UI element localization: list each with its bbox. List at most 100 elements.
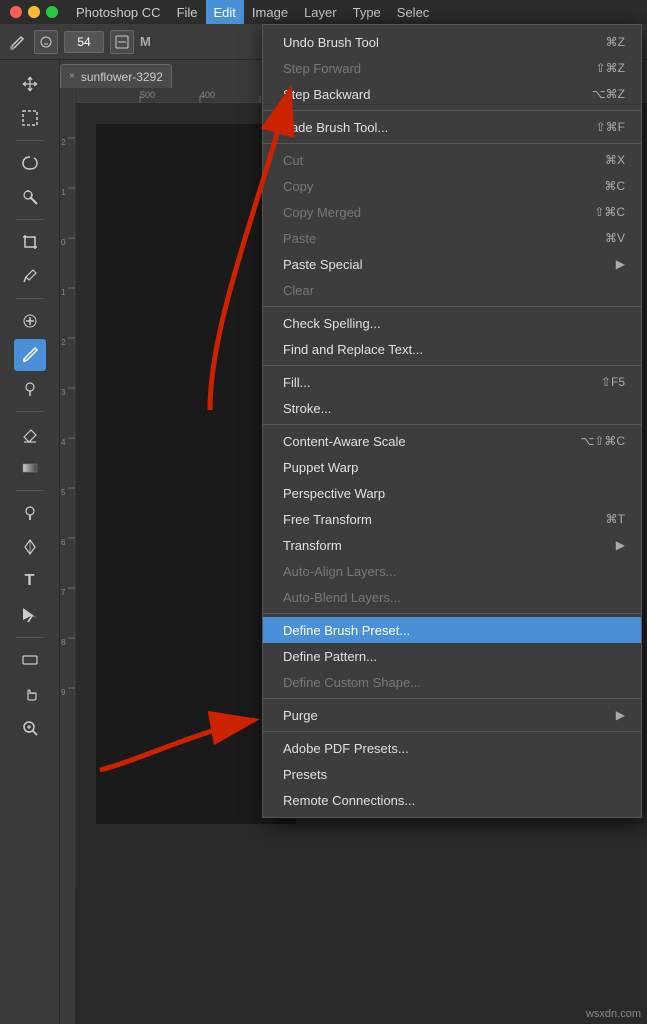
- menu-item-clear-label: Clear: [283, 283, 314, 298]
- menu-item-purge[interactable]: Purge ▶: [263, 702, 641, 728]
- tool-clone-stamp[interactable]: [14, 373, 46, 405]
- menu-item-copy-shortcut: ⌘C: [604, 179, 625, 193]
- transform-arrow-icon: ▶: [616, 538, 625, 552]
- menu-sep-5: [263, 424, 641, 425]
- menu-item-content-aware-scale-shortcut: ⌥⇧⌘C: [580, 434, 625, 448]
- menu-item-cut-shortcut: ⌘X: [605, 153, 625, 167]
- tool-pen[interactable]: [14, 531, 46, 563]
- tool-text[interactable]: T: [14, 565, 46, 597]
- menu-item-copy-merged-label: Copy Merged: [283, 205, 361, 220]
- mode-label: M: [140, 34, 151, 49]
- menu-item-define-custom-shape: Define Custom Shape...: [263, 669, 641, 695]
- menu-item-undo-brush-label: Undo Brush Tool: [283, 35, 379, 50]
- menu-item-step-forward-shortcut: ⇧⌘Z: [596, 61, 625, 75]
- watermark: wsxdn.com: [586, 1008, 641, 1020]
- menu-item-step-backward[interactable]: Step Backward ⌥⌘Z: [263, 81, 641, 107]
- menu-item-purge-label: Purge: [283, 708, 318, 723]
- tool-hand[interactable]: [14, 678, 46, 710]
- brush-preset-picker[interactable]: [34, 30, 58, 54]
- toolbar-separator-2: [16, 219, 44, 220]
- tool-zoom[interactable]: [14, 712, 46, 744]
- close-button[interactable]: [10, 6, 22, 18]
- brush-tool-icon: [8, 32, 28, 52]
- menu-item-presets[interactable]: Presets: [263, 761, 641, 787]
- menu-item-remote-connections[interactable]: Remote Connections...: [263, 787, 641, 813]
- menu-item-auto-align-label: Auto-Align Layers...: [283, 564, 396, 579]
- menu-bar: Photoshop CC File Edit Image Layer Type …: [0, 0, 647, 24]
- menu-item-transform[interactable]: Transform ▶: [263, 532, 641, 558]
- menu-item-undo-brush-shortcut: ⌘Z: [606, 35, 625, 49]
- menu-edit[interactable]: Edit: [206, 0, 244, 24]
- vruler-8: 5: [61, 488, 65, 497]
- menu-layer[interactable]: Layer: [296, 0, 345, 24]
- toolbar-separator-5: [16, 490, 44, 491]
- menu-item-free-transform[interactable]: Free Transform ⌘T: [263, 506, 641, 532]
- menu-item-define-brush-preset-label: Define Brush Preset...: [283, 623, 410, 638]
- menu-item-adobe-pdf-presets-label: Adobe PDF Presets...: [283, 741, 409, 756]
- tool-magic-wand[interactable]: [14, 181, 46, 213]
- document-tab[interactable]: × sunflower-3292: [60, 64, 172, 88]
- menu-select[interactable]: Selec: [389, 0, 438, 24]
- toolbar-separator-3: [16, 298, 44, 299]
- menu-item-define-brush-preset[interactable]: Define Brush Preset...: [263, 617, 641, 643]
- menu-item-copy-label: Copy: [283, 179, 313, 194]
- tool-lasso[interactable]: [14, 147, 46, 179]
- menu-item-cut-label: Cut: [283, 153, 303, 168]
- menu-item-perspective-warp[interactable]: Perspective Warp: [263, 480, 641, 506]
- tool-gradient[interactable]: [14, 452, 46, 484]
- vruler-1: 2: [61, 138, 65, 147]
- menu-item-fade-brush[interactable]: Fade Brush Tool... ⇧⌘F: [263, 114, 641, 140]
- tab-title: sunflower-3292: [81, 70, 163, 84]
- purge-arrow-icon: ▶: [616, 708, 625, 722]
- vruler-7: 4: [61, 438, 65, 447]
- menu-item-paste-special[interactable]: Paste Special ▶: [263, 251, 641, 277]
- menu-photoshop[interactable]: Photoshop CC: [68, 0, 169, 24]
- tool-eyedropper[interactable]: [14, 260, 46, 292]
- tool-path-select[interactable]: [14, 599, 46, 631]
- vertical-ruler: 2 1 0 1 2 3 4 5 6 7 8 9: [60, 88, 76, 1024]
- toolbar-separator-1: [16, 140, 44, 141]
- menu-item-check-spelling[interactable]: Check Spelling...: [263, 310, 641, 336]
- maximize-button[interactable]: [46, 6, 58, 18]
- tool-marquee[interactable]: [14, 102, 46, 134]
- menu-image[interactable]: Image: [244, 0, 296, 24]
- menu-item-auto-blend: Auto-Blend Layers...: [263, 584, 641, 610]
- tab-close-button[interactable]: ×: [69, 71, 75, 82]
- menu-item-copy-merged-shortcut: ⇧⌘C: [594, 205, 625, 219]
- tool-brush[interactable]: [14, 339, 46, 371]
- tool-dodge[interactable]: [14, 497, 46, 529]
- menu-item-fill[interactable]: Fill... ⇧F5: [263, 369, 641, 395]
- brush-size-input[interactable]: [64, 31, 104, 53]
- menu-item-content-aware-scale[interactable]: Content-Aware Scale ⌥⇧⌘C: [263, 428, 641, 454]
- menu-item-auto-blend-label: Auto-Blend Layers...: [283, 590, 401, 605]
- menu-type[interactable]: Type: [345, 0, 389, 24]
- menu-file[interactable]: File: [169, 0, 206, 24]
- menu-item-find-replace-label: Find and Replace Text...: [283, 342, 423, 357]
- menu-item-copy-merged: Copy Merged ⇧⌘C: [263, 199, 641, 225]
- menu-sep-3: [263, 306, 641, 307]
- menu-item-clear: Clear: [263, 277, 641, 303]
- vruler-3: 0: [61, 238, 65, 247]
- menu-item-presets-label: Presets: [283, 767, 327, 782]
- menu-item-define-custom-shape-label: Define Custom Shape...: [283, 675, 421, 690]
- minimize-button[interactable]: [28, 6, 40, 18]
- menu-item-puppet-warp-label: Puppet Warp: [283, 460, 358, 475]
- tool-eraser[interactable]: [14, 418, 46, 450]
- menu-item-fill-shortcut: ⇧F5: [601, 375, 625, 389]
- menu-item-fill-label: Fill...: [283, 375, 310, 390]
- tool-shape[interactable]: [14, 644, 46, 676]
- toolbar-separator-6: [16, 637, 44, 638]
- tool-crop[interactable]: [14, 226, 46, 258]
- menu-item-adobe-pdf-presets[interactable]: Adobe PDF Presets...: [263, 735, 641, 761]
- menu-item-find-replace[interactable]: Find and Replace Text...: [263, 336, 641, 362]
- menu-item-undo-brush[interactable]: Undo Brush Tool ⌘Z: [263, 29, 641, 55]
- vruler-12: 9: [61, 688, 65, 697]
- tool-move[interactable]: [14, 68, 46, 100]
- tool-healing[interactable]: [14, 305, 46, 337]
- menu-item-stroke[interactable]: Stroke...: [263, 395, 641, 421]
- brush-options-icon[interactable]: [110, 30, 134, 54]
- menu-item-fade-brush-shortcut: ⇧⌘F: [596, 120, 625, 134]
- menu-item-define-pattern[interactable]: Define Pattern...: [263, 643, 641, 669]
- menu-item-puppet-warp[interactable]: Puppet Warp: [263, 454, 641, 480]
- menu-sep-7: [263, 698, 641, 699]
